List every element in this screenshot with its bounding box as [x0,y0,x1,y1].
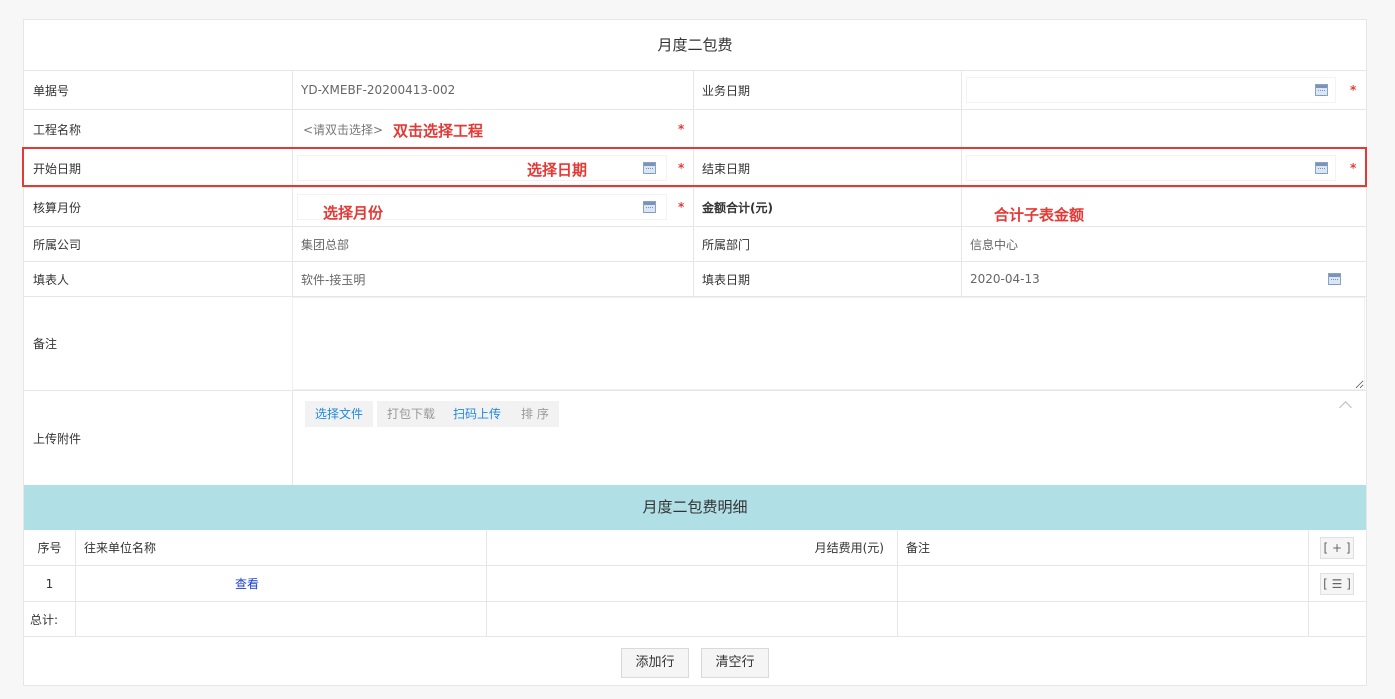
add-icon[interactable]: [ + ] [1320,537,1354,559]
company-label: 所属公司 [33,237,82,252]
filler-label: 填表人 [33,272,70,287]
company-value: 集团总部 [301,237,350,252]
monthly-fee-form: 月度二包费 单据号 YD-XMEBF-20200413-002 业务日期 * 工… [23,19,1367,686]
calendar-icon[interactable] [1328,273,1341,285]
filler-value: 软件-接玉明 [301,272,366,287]
view-link[interactable]: 查看 [235,566,295,601]
fill-date-value[interactable]: 2020-04-13 [961,262,1341,296]
month-label: 核算月份 [33,200,82,215]
row-month: 核算月份 * 金额合计(元) [24,188,1366,227]
detail-header-row: 序号 往来单位名称 月结费用(元) 备注 [ + ] [24,530,1366,566]
detail-title: 月度二包费明细 [24,485,1366,530]
row-doc-no: 单据号 YD-XMEBF-20200413-002 业务日期 * [24,71,1366,110]
required-mark: * [678,200,685,214]
highlight-box [22,147,1367,187]
total-amount-label: 金额合计(元) [702,200,773,215]
total-row: 总计: [24,602,1366,637]
row-attachment: 上传附件 选择文件 打包下载 扫码上传 排 序 [24,391,1366,485]
project-input[interactable]: <请双击选择> [292,110,402,148]
annotation-project: 双击选择工程 [393,122,484,140]
pack-download-button[interactable]: 打包下载 [377,401,446,427]
remark-label: 备注 [33,337,58,351]
col-remark: 备注 [906,541,931,555]
row-seq: 1 [45,576,54,591]
choose-file-button[interactable]: 选择文件 [305,401,374,427]
row-project: 工程名称 <请双击选择> * [24,110,1366,149]
remark-textarea[interactable] [292,297,1365,390]
chevron-up-icon[interactable] [1339,401,1352,414]
fill-date-label: 填表日期 [702,272,751,287]
calendar-icon[interactable] [1315,84,1328,96]
attach-label: 上传附件 [33,431,82,446]
menu-icon[interactable]: [ ☰ ] [1320,573,1354,595]
col-fee: 月结费用(元) [814,541,884,555]
row-company: 所属公司 集团总部 所属部门 信息中心 [24,227,1366,262]
table-row: 1 查看 [ ☰ ] [24,566,1366,602]
col-seq: 序号 [37,541,62,555]
doc-no-label: 单据号 [33,83,70,98]
scan-upload-button[interactable]: 扫码上传 [443,401,512,427]
biz-date-input[interactable] [966,77,1336,103]
row-filler: 填表人 软件-接玉明 填表日期 2020-04-13 [24,262,1366,297]
clear-rows-button[interactable]: 清空行 [701,648,769,678]
calendar-icon[interactable] [643,201,656,213]
annotation-total: 合计子表金额 [994,206,1085,224]
add-row-button[interactable]: 添加行 [621,648,689,678]
sort-button[interactable]: 排 序 [511,401,559,427]
doc-no-value: YD-XMEBF-20200413-002 [301,83,456,97]
annotation-month: 选择月份 [323,204,384,222]
dept-label: 所属部门 [702,237,751,252]
form-title: 月度二包费 [24,20,1366,71]
col-unit: 往来单位名称 [84,541,157,555]
total-label: 总计: [30,612,59,627]
required-mark: * [678,122,685,136]
dept-value: 信息中心 [970,237,1019,252]
biz-date-label: 业务日期 [702,83,751,98]
project-label: 工程名称 [33,122,82,137]
required-mark: * [1350,83,1357,97]
row-remark: 备注 [24,297,1366,391]
